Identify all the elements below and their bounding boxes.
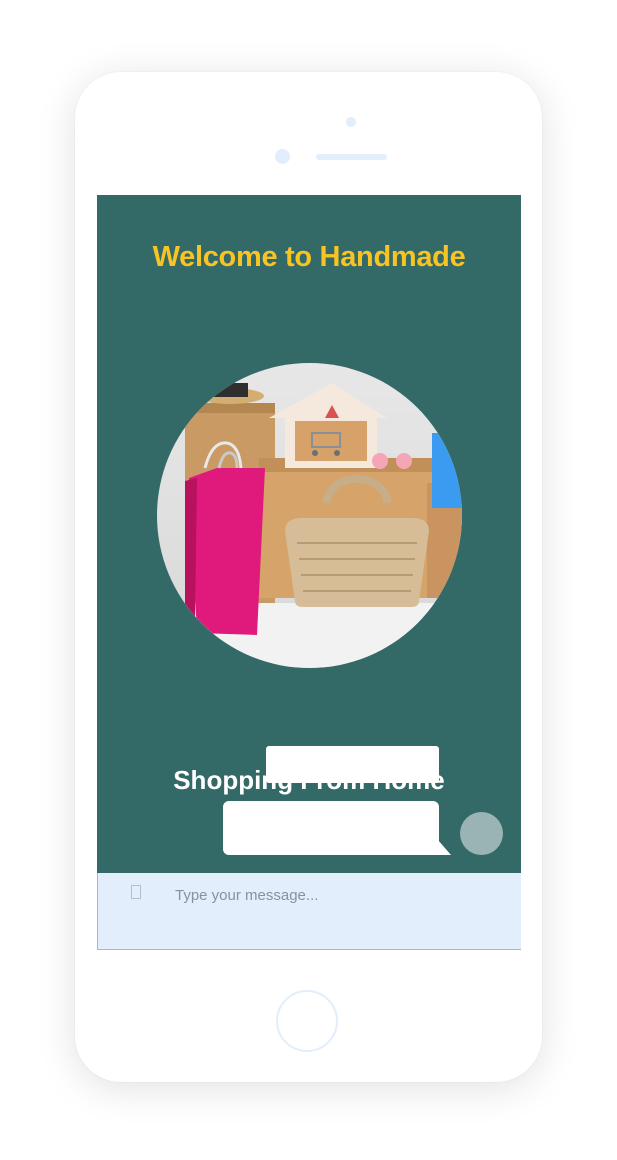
phone-frame: Welcome to Handmade Shopping Type your m… [75,72,542,1082]
hero-image [157,363,462,668]
welcome-title: Welcome to Handmade [152,241,466,273]
front-sensor-dot [275,149,290,164]
hero-section: Welcome to Handmade Shopping [97,195,521,873]
speaker-grille [316,154,387,160]
message-input[interactable] [173,883,497,907]
shopping-products-image [157,383,462,668]
chat-bubble-main [223,801,439,855]
attachment-icon[interactable] [131,885,141,899]
chat-bubble-tail [431,832,451,855]
avatar[interactable] [460,812,503,855]
camera-dot [346,117,356,127]
app-screen: Welcome to Handmade Shopping Type your m… [97,195,521,951]
chat-bubble-small [266,746,439,783]
home-button[interactable] [276,990,338,1052]
chat-input-bar [97,873,521,950]
